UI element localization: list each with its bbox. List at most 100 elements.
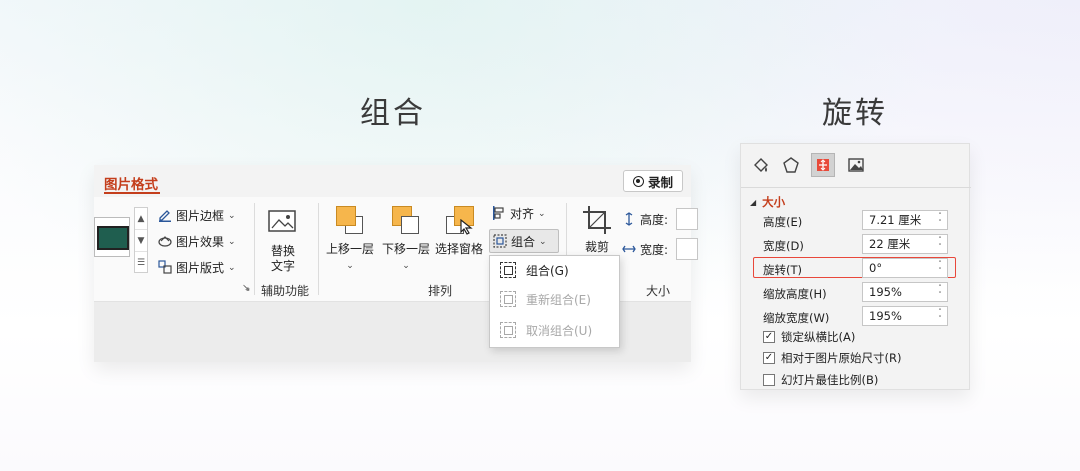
chevron-down-icon: ⌄ xyxy=(402,261,410,271)
spinner-arrows-icon[interactable]: ˄ ˅ xyxy=(937,309,943,323)
height-prop-label: 高度(E) xyxy=(763,215,803,229)
height-spinner[interactable]: 7.21 厘米 ˄ ˅ xyxy=(862,210,948,230)
width-value: 22 厘米 xyxy=(869,237,911,251)
style-gallery-scroll[interactable]: ▲ ▼ ☰ xyxy=(134,207,148,273)
selection-pane-label: 选择窗格 xyxy=(435,242,484,256)
crop-button[interactable]: 裁剪 xyxy=(580,203,614,255)
size-section-title: 大小 xyxy=(762,195,786,209)
scale-height-prop-label: 缩放高度(H) xyxy=(763,287,827,301)
picture-effects-menu[interactable]: 图片效果 ⌄ xyxy=(158,231,236,251)
record-label: 录制 xyxy=(647,174,673,190)
bring-forward-label: 上移一层 xyxy=(326,242,375,256)
collapse-triangle-icon: ◢ xyxy=(750,197,757,207)
spinner-arrows-icon[interactable]: ˄ ˅ xyxy=(937,261,943,275)
crop-label: 裁剪 xyxy=(584,240,609,254)
group-icon xyxy=(500,262,516,278)
scale-height-value: 195% xyxy=(869,285,902,299)
format-picture-pane: ◢ 大小 高度(E) 7.21 厘米 ˄ ˅ 宽度(D) 22 厘米 ˄ ˅ 旋转(… xyxy=(740,143,971,390)
accessibility-group-label: 辅助功能 xyxy=(261,284,310,298)
dialog-launcher-icon[interactable]: ↘ xyxy=(243,284,251,294)
selection-pane-button[interactable]: 选择窗格 xyxy=(435,205,483,257)
chevron-down-icon: ⌄ xyxy=(228,237,236,247)
tab-underline xyxy=(104,192,160,194)
scroll-down-icon[interactable]: ▼ xyxy=(135,230,147,252)
fill-line-icon[interactable] xyxy=(749,153,773,177)
pen-border-icon xyxy=(159,210,171,222)
best-scale-checkbox[interactable] xyxy=(763,374,775,386)
picture-style-thumbnail[interactable] xyxy=(94,217,130,257)
alt-text-icon xyxy=(268,210,296,232)
alt-text-label-2: 文字 xyxy=(270,259,295,273)
height-field-row: 高度: xyxy=(622,209,668,229)
size-group-label: 大小 xyxy=(646,284,671,298)
rotate-section-title: 旋转 xyxy=(822,96,888,131)
best-scale-checkbox-row[interactable]: 幻灯片最佳比例(B) xyxy=(763,372,878,388)
record-icon xyxy=(632,175,644,187)
send-backward-icon xyxy=(389,205,423,239)
relative-size-label: 相对于图片原始尺寸(R) xyxy=(781,351,902,365)
picture-layout-label: 图片版式 xyxy=(176,260,225,275)
effects-icon xyxy=(158,236,172,247)
send-backward-label: 下移一层 xyxy=(382,242,431,256)
rotation-value: 0° xyxy=(869,261,883,275)
chevron-down-icon: ⌄ xyxy=(346,261,354,271)
pane-icon-tabs xyxy=(741,144,971,188)
menu-item-group[interactable]: 组合(G) xyxy=(490,258,621,282)
relative-size-checkbox-row[interactable]: ✓ 相对于图片原始尺寸(R) xyxy=(763,350,901,366)
arrange-group-label: 排列 xyxy=(428,284,453,298)
picture-border-menu[interactable]: 图片边框 ⌄ xyxy=(158,205,236,225)
regroup-icon xyxy=(500,291,516,307)
lock-aspect-checkbox-row[interactable]: ✓ 锁定纵横比(A) xyxy=(763,329,855,345)
width-field-row: 宽度: xyxy=(622,239,668,259)
spinner-arrows-icon[interactable]: ˄ ˅ xyxy=(937,237,943,251)
height-label: 高度: xyxy=(640,212,669,227)
group-separator xyxy=(318,203,319,295)
effects-icon[interactable] xyxy=(779,153,803,177)
width-input[interactable] xyxy=(676,238,698,260)
relative-size-checkbox[interactable]: ✓ xyxy=(763,352,775,364)
rotation-prop-label: 旋转(T) xyxy=(763,263,802,277)
picture-icon[interactable] xyxy=(844,153,868,177)
picture-effects-label: 图片效果 xyxy=(176,234,225,249)
menu-item-ungroup-label: 取消组合(U) xyxy=(526,323,593,338)
align-button[interactable]: 对齐 ⌄ xyxy=(492,203,546,223)
size-section-header[interactable]: ◢ 大小 xyxy=(750,194,785,210)
chevron-down-icon: ⌄ xyxy=(539,237,547,247)
rotation-spinner[interactable]: 0° ˄ ˅ xyxy=(862,258,948,278)
chevron-down-icon: ⌄ xyxy=(538,209,546,219)
width-icon xyxy=(622,245,636,253)
selection-pane-icon xyxy=(442,205,476,239)
scroll-up-icon[interactable]: ▲ xyxy=(135,208,147,230)
group-separator xyxy=(254,203,255,295)
menu-item-regroup[interactable]: 重新组合(E) xyxy=(490,287,621,311)
size-properties-icon[interactable] xyxy=(811,153,835,177)
width-spinner[interactable]: 22 厘米 ˄ ˅ xyxy=(862,234,948,254)
chevron-down-icon: ⌄ xyxy=(228,211,236,221)
picture-layout-menu[interactable]: 图片版式 ⌄ xyxy=(158,257,236,277)
bring-forward-button[interactable]: 上移一层 ⌄ xyxy=(326,205,374,274)
picture-border-label: 图片边框 xyxy=(176,208,225,223)
record-button[interactable]: 录制 xyxy=(623,170,683,192)
gallery-more-icon[interactable]: ☰ xyxy=(135,252,147,274)
scale-width-value: 195% xyxy=(869,309,902,323)
crop-icon xyxy=(583,206,611,234)
height-input[interactable] xyxy=(676,208,698,230)
group-button[interactable]: 组合 ⌄ xyxy=(493,231,547,251)
spinner-arrows-icon[interactable]: ˄ ˅ xyxy=(937,285,943,299)
group-dropdown-menu: 组合(G) 重新组合(E) 取消组合(U) xyxy=(489,255,620,348)
ribbon-tab-bar: 图片格式 录制 xyxy=(94,165,691,197)
scale-height-spinner[interactable]: 195% ˄ ˅ xyxy=(862,282,948,302)
lock-aspect-checkbox[interactable]: ✓ xyxy=(763,331,775,343)
alt-text-button[interactable]: 替换 文字 xyxy=(266,207,300,274)
align-icon xyxy=(493,206,504,220)
spinner-arrows-icon[interactable]: ˄ ˅ xyxy=(937,213,943,227)
group-section-title: 组合 xyxy=(360,96,426,131)
menu-item-group-label: 组合(G) xyxy=(526,263,569,278)
menu-item-ungroup[interactable]: 取消组合(U) xyxy=(490,318,621,342)
send-backward-button[interactable]: 下移一层 ⌄ xyxy=(382,205,430,274)
tab-picture-format[interactable]: 图片格式 xyxy=(104,173,158,193)
scale-width-spinner[interactable]: 195% ˄ ˅ xyxy=(862,306,948,326)
ungroup-icon xyxy=(500,322,516,338)
chevron-down-icon: ⌄ xyxy=(228,263,236,273)
group-label: 组合 xyxy=(511,234,536,249)
